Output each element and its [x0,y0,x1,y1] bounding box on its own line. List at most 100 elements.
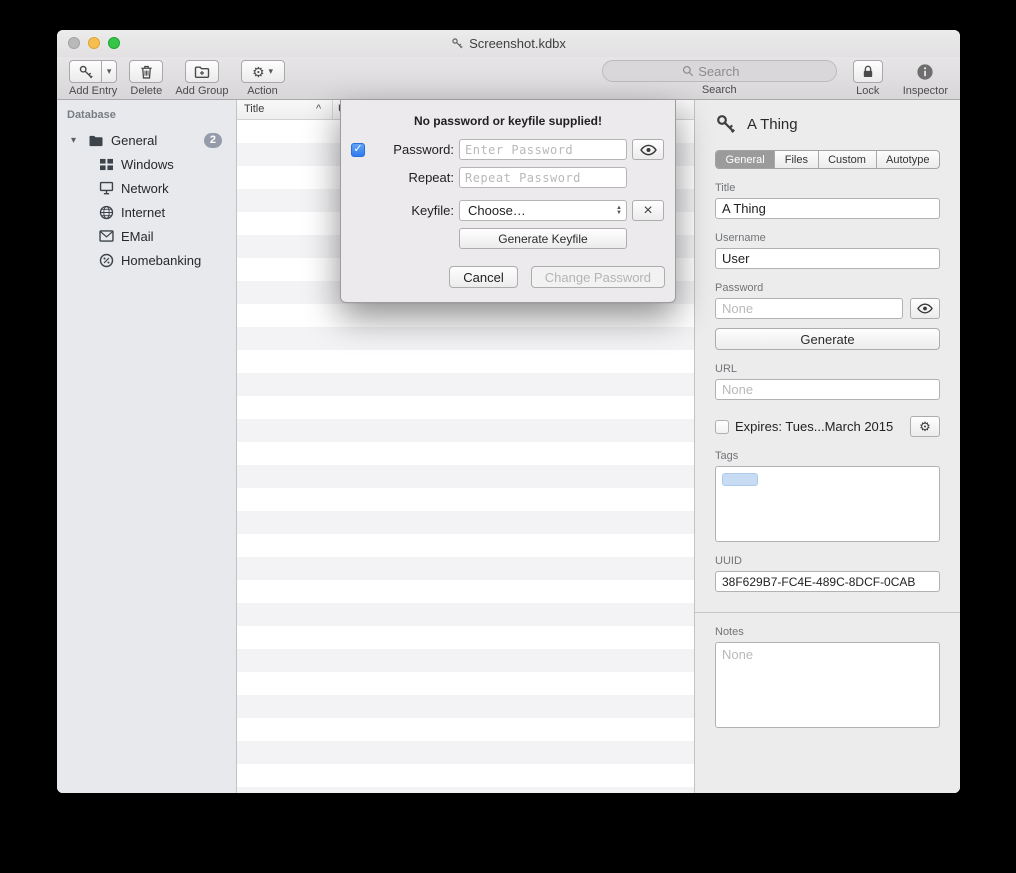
check-icon: ✓ [353,144,362,155]
expires-settings-button[interactable]: ⚙ [910,416,940,437]
search-item: Search [602,60,837,96]
sidebar-item-windows[interactable]: Windows [57,152,236,176]
uuid-field[interactable] [715,571,940,592]
app-window: Screenshot.kdbx ▾ Add Entry Delete [57,30,960,793]
dialog-password-input[interactable] [459,139,627,160]
email-icon [99,230,114,242]
column-divider[interactable] [332,100,333,119]
disclosure-triangle-icon[interactable]: ▾ [71,135,81,146]
titlebar: Screenshot.kdbx [57,30,960,57]
password-checkbox[interactable]: ✓ [351,143,365,157]
password-field[interactable] [715,298,903,319]
tab-general[interactable]: General [716,151,775,168]
sidebar-item-homebanking[interactable]: Homebanking [57,248,236,272]
add-group-item: Add Group [175,60,228,97]
add-entry-main[interactable] [69,60,102,83]
generate-password-button[interactable]: Generate [715,328,940,350]
expires-row: ✓ Expires: Tues...March 2015 ⚙ [715,416,940,437]
dialog-password-label: Password: [372,142,454,157]
homebanking-icon [99,253,114,268]
lock-item: Lock [853,60,883,97]
tab-autotype[interactable]: Autotype [877,151,940,168]
search-input[interactable] [698,64,756,79]
inspector-divider [695,612,960,613]
change-password-button[interactable]: Change Password [531,266,665,288]
repeat-dialog-row: Repeat: [351,167,665,188]
close-button[interactable] [68,37,80,49]
keyfile-dialog-row: Keyfile: Choose… ▲ ▼ × [351,200,665,221]
entry-count-badge: 2 [204,133,222,148]
title-field[interactable] [715,198,940,219]
stepper-down-icon: ▼ [616,211,622,216]
sidebar-header: Database [57,109,236,128]
reveal-password-button[interactable] [910,298,940,319]
notes-label: Notes [715,626,940,638]
sidebar-item-label: Internet [121,205,165,220]
folder-icon [88,134,104,147]
action-button[interactable]: ⚙ ▾ [241,60,285,83]
action-item: ⚙ ▾ Action [241,60,285,97]
keyfile-popup-button[interactable]: Choose… ▲ ▼ [459,200,627,221]
inspector-header: A Thing [715,113,940,135]
sidebar-item-label: Homebanking [121,253,201,268]
lock-icon [861,64,875,79]
tags-label: Tags [715,450,940,462]
windows-icon [99,158,114,171]
change-password-dialog: No password or keyfile supplied! ✓ Passw… [340,100,676,303]
lock-button[interactable] [853,60,883,83]
search-field[interactable] [602,60,837,82]
sidebar-item-email[interactable]: EMail [57,224,236,248]
username-field-label: Username [715,232,940,244]
add-entry-label: Add Entry [69,85,117,97]
tag-chip[interactable] [722,473,758,486]
sidebar-item-label: Network [121,181,169,196]
entry-title: A Thing [747,116,798,133]
inspector-panel: A Thing General Files Custom Autotype Ti… [695,100,960,793]
window-title-text: Screenshot.kdbx [469,36,566,51]
delete-button[interactable] [129,60,163,83]
column-header-title[interactable]: Title [244,103,264,115]
tab-files[interactable]: Files [775,151,818,168]
chevron-down-icon: ▾ [269,66,274,77]
globe-icon [99,205,114,220]
sort-ascending-icon: ^ [316,103,321,115]
inspector-button[interactable] [908,60,942,83]
username-field[interactable] [715,248,940,269]
expires-checkbox[interactable]: ✓ [715,420,729,434]
sidebar-item-label: Windows [121,157,174,172]
eye-icon [640,144,657,156]
app-document-icon [451,37,464,50]
inspector-item: Inspector [903,60,948,97]
url-field-label: URL [715,363,940,375]
sidebar-item-internet[interactable]: Internet [57,200,236,224]
dialog-repeat-label: Repeat: [372,170,454,185]
zoom-button[interactable] [108,37,120,49]
dialog-repeat-input[interactable] [459,167,627,188]
sidebar-item-network[interactable]: Network [57,176,236,200]
generate-keyfile-row: Generate Keyfile [351,228,665,249]
delete-item: Delete [129,60,163,97]
cancel-button[interactable]: Cancel [449,266,517,288]
sidebar: Database ▾ General 2 Windows Networ [57,100,237,793]
inspector-tabs: General Files Custom Autotype [715,150,940,169]
minimize-button[interactable] [88,37,100,49]
chevron-down-icon: ▾ [107,67,112,76]
key-plus-icon [78,64,94,80]
generate-keyfile-button[interactable]: Generate Keyfile [459,228,627,249]
action-label: Action [247,85,278,97]
toolbar: ▾ Add Entry Delete Add Group ⚙ ▾ [57,57,960,100]
password-dialog-row: ✓ Password: [351,139,665,160]
url-field[interactable] [715,379,940,400]
dialog-reveal-password-button[interactable] [632,139,664,160]
add-entry-button[interactable]: ▾ [69,60,117,83]
tags-box[interactable] [715,466,940,542]
add-group-button[interactable] [185,60,219,83]
clear-keyfile-button[interactable]: × [632,200,664,221]
add-entry-dropdown[interactable]: ▾ [102,60,117,83]
gear-icon: ⚙ [919,420,931,433]
tab-custom[interactable]: Custom [819,151,877,168]
sidebar-item-general[interactable]: ▾ General 2 [57,128,236,152]
popup-stepper-icon: ▲ ▼ [616,206,622,216]
notes-field[interactable] [715,642,940,728]
gear-icon: ⚙ [252,65,265,79]
